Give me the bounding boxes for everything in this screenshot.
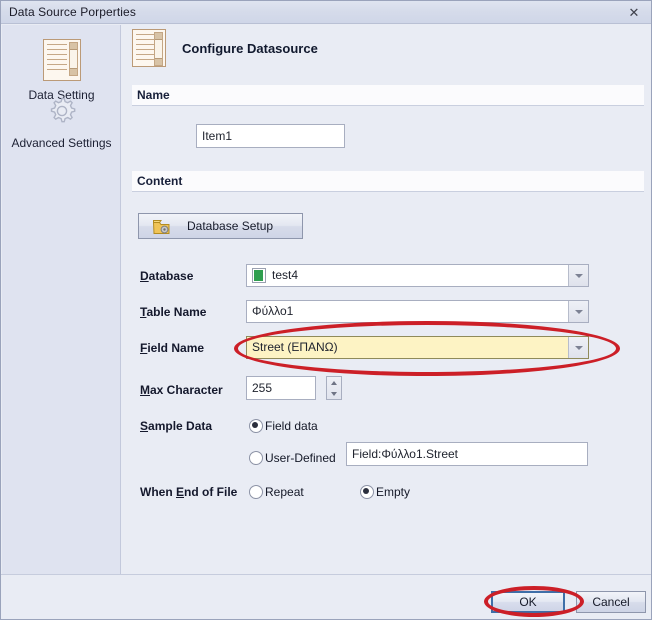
cancel-button[interactable]: Cancel [576,591,646,613]
page-title: Configure Datasource [182,40,318,56]
when-end-of-file-label: When End of File [140,485,237,499]
end-of-file-radio-empty[interactable]: Empty [360,485,410,499]
panel-header: Configure Datasource [132,29,318,67]
database-combobox[interactable]: test4 [246,264,589,287]
chevron-down-icon[interactable] [568,265,588,286]
gear-icon [44,93,80,129]
sample-data-label-mnemonic: S [140,419,149,433]
section-header-name: Name [132,85,644,106]
data-source-properties-dialog: Data Source Porperties ✕ Data Setting Ad… [0,0,652,620]
database-setup-label: Database Setup [187,219,274,233]
max-character-input[interactable] [246,376,316,400]
sidebar-item-advanced-settings[interactable]: Advanced Settings [2,93,121,150]
sidebar: Data Setting Advanced Settings [2,25,121,574]
max-character-label-rest: ax Character [150,383,223,397]
max-character-label-mnemonic: M [140,383,150,397]
database-setup-button[interactable]: Database Setup [138,213,303,239]
field-name-value: Street (ΕΠΑΝΩ) [252,340,338,354]
when-end-of-file-label-pre: When [140,485,176,499]
database-value: test4 [272,268,299,282]
when-end-of-file-label-mnemonic: E [176,485,185,499]
database-label-mnemonic: D [140,269,149,283]
end-of-file-radio-repeat[interactable]: Repeat [249,485,304,499]
sample-data-label: Sample Data [140,419,212,433]
spinner-up-icon[interactable] [327,377,341,388]
table-name-label: Table Name [140,305,206,319]
chevron-down-icon[interactable] [568,337,588,358]
table-name-combobox[interactable]: Φύλλο1 [246,300,589,323]
ok-button[interactable]: OK [491,591,565,613]
window-title: Data Source Porperties [9,5,136,19]
max-character-stepper[interactable] [326,376,342,400]
section-header-content: Content [132,171,644,192]
field-name-combobox[interactable]: Street (ΕΠΑΝΩ) [246,336,589,359]
table-name-label-rest: able Name [146,305,207,319]
field-name-label: Field Name [140,341,204,355]
sample-data-radio-field-data[interactable]: Field data [249,419,318,433]
database-gear-icon [152,219,170,234]
document-list-icon [42,39,81,81]
sidebar-item-label: Advanced Settings [11,136,112,150]
sample-data-label-rest: ample Data [148,419,213,433]
database-label: Database [140,269,193,283]
database-label-rest: atabase [148,269,194,283]
excel-file-icon [252,268,266,283]
max-character-label: Max Character [140,383,223,397]
table-name-value: Φύλλο1 [252,304,294,318]
sample-data-radio-user-defined[interactable]: User-Defined [249,451,336,465]
name-input[interactable] [196,124,345,148]
spinner-down-icon[interactable] [327,388,341,399]
document-list-icon [132,29,166,67]
chevron-down-icon[interactable] [568,301,588,322]
title-bar: Data Source Porperties ✕ [1,1,651,24]
user-defined-input[interactable] [346,442,588,466]
field-name-label-rest: ield Name [147,341,205,355]
when-end-of-file-label-post: nd of File [184,485,238,499]
close-icon[interactable]: ✕ [621,3,647,22]
